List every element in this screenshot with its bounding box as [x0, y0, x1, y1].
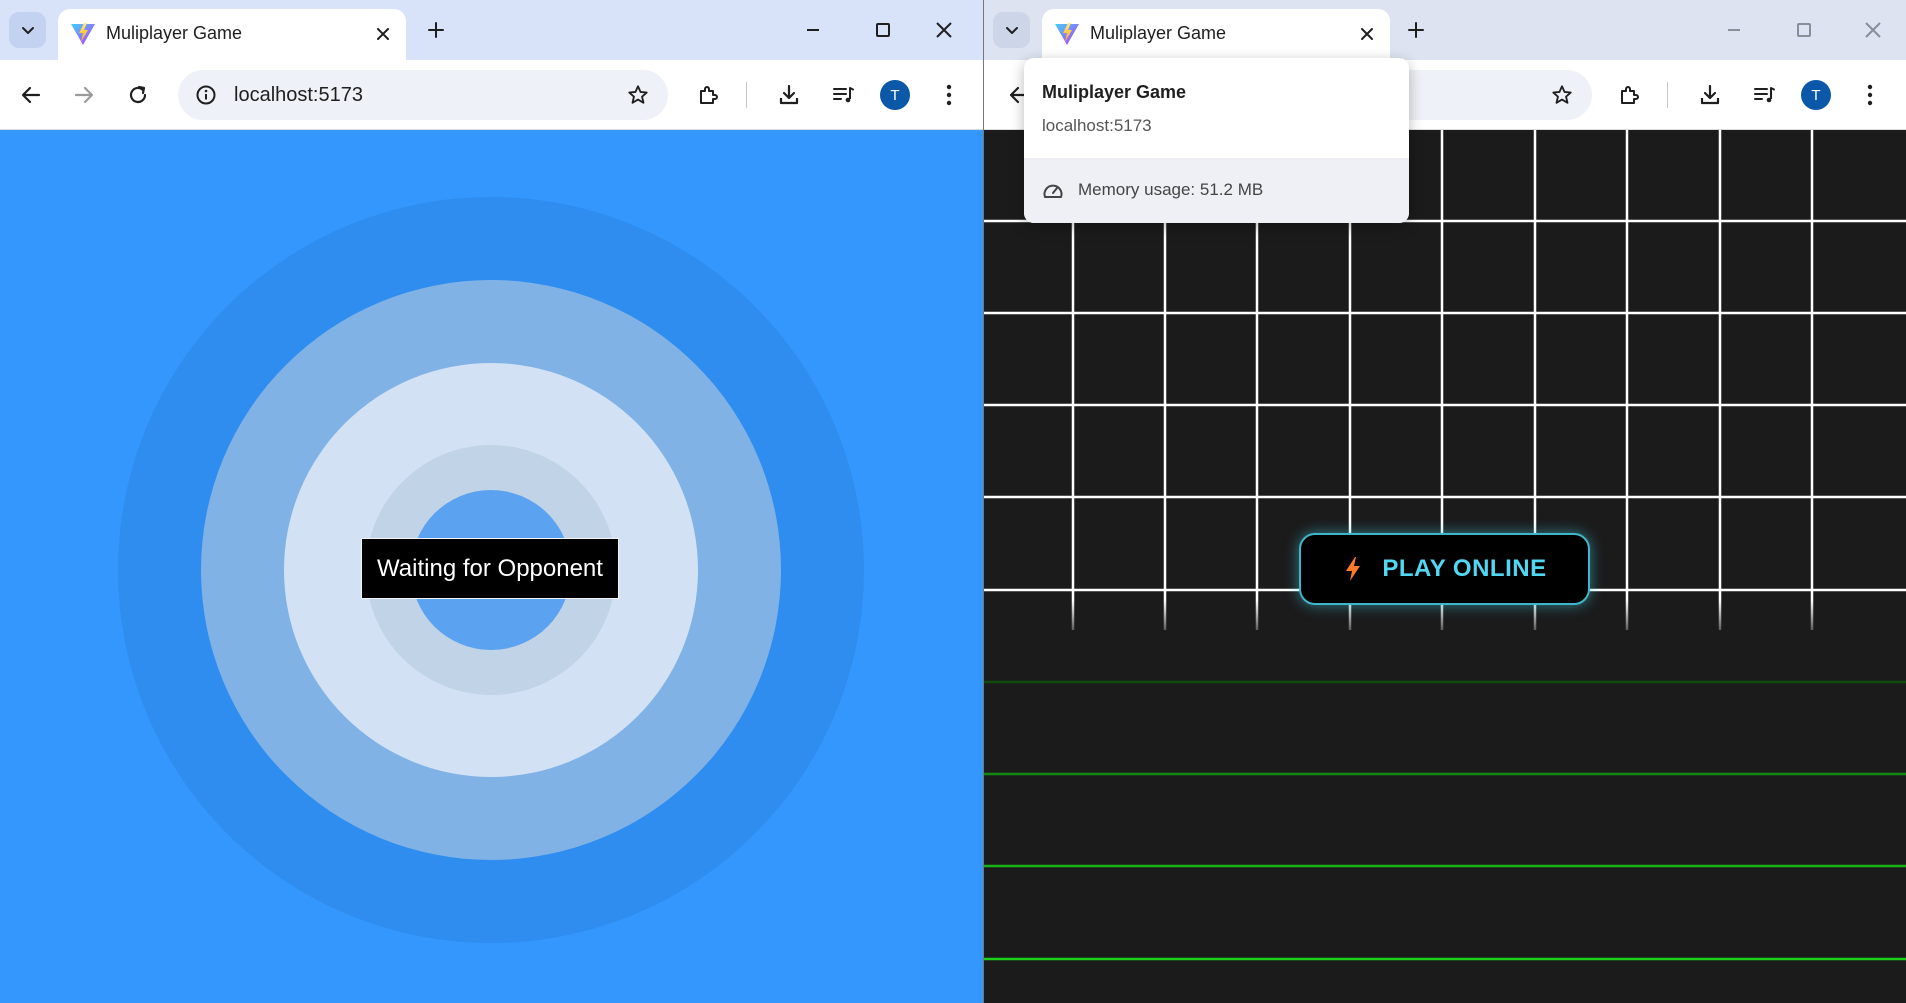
- vite-logo-icon: [71, 23, 95, 45]
- playlist-music-icon: [833, 87, 854, 103]
- chevron-down-icon: [1005, 27, 1018, 34]
- close-icon: [936, 22, 952, 38]
- minimize-icon: [807, 29, 819, 31]
- tab-close-button[interactable]: [1354, 21, 1380, 47]
- new-tab-button[interactable]: [420, 14, 452, 46]
- waiting-screen: Waiting for Opponent: [0, 130, 983, 1003]
- minimize-icon: [1728, 29, 1740, 31]
- more-vertical-icon: [1867, 84, 1873, 106]
- hover-card-url: localhost:5173: [1042, 116, 1152, 135]
- tab-strip: Muliplayer Game: [984, 0, 1906, 60]
- tab-hover-card: Muliplayer Game localhost:5173 Memory us…: [1024, 58, 1409, 223]
- tab-search-button[interactable]: [993, 12, 1030, 48]
- lightning-bolt-icon: [1342, 555, 1364, 583]
- toolbar-separator: [746, 82, 747, 108]
- play-online-label: PLAY ONLINE: [1382, 555, 1547, 582]
- media-controls-button[interactable]: [1745, 76, 1783, 114]
- puzzle-icon: [1621, 86, 1639, 104]
- game-lobby: PLAY ONLINE: [984, 130, 1906, 1003]
- media-controls-button[interactable]: [824, 76, 862, 114]
- tab-strip: Muliplayer Game: [0, 0, 983, 60]
- playlist-music-icon: [1754, 87, 1775, 103]
- right-browser-window: Muliplayer Game T PLAY ONLINE Muliplayer…: [984, 0, 1906, 1003]
- profile-avatar[interactable]: T: [880, 80, 910, 110]
- download-icon: [779, 84, 799, 105]
- grid-fade: [984, 600, 1906, 670]
- play-online-button[interactable]: PLAY ONLINE: [1299, 533, 1590, 605]
- downloads-button[interactable]: [770, 76, 808, 114]
- browser-toolbar: localhost:5173 T: [0, 60, 983, 130]
- close-icon: [1865, 22, 1881, 38]
- hover-card-footer: Memory usage: 51.2 MB: [1024, 158, 1409, 223]
- maximize-icon: [1797, 23, 1811, 37]
- more-vertical-icon: [946, 84, 952, 106]
- hover-card-memory: Memory usage: 51.2 MB: [1078, 180, 1264, 199]
- download-icon: [1700, 84, 1720, 105]
- profile-avatar[interactable]: T: [1801, 80, 1831, 110]
- chevron-down-icon: [21, 27, 34, 34]
- maximize-button[interactable]: [867, 14, 899, 46]
- close-icon: [377, 28, 389, 40]
- star-icon: [1552, 85, 1572, 104]
- extensions-button[interactable]: [1611, 76, 1649, 114]
- tab-title: Muliplayer Game: [1090, 23, 1227, 43]
- waiting-status-label: Waiting for Opponent: [361, 538, 619, 599]
- plus-icon: [1408, 22, 1424, 38]
- info-icon: [196, 85, 216, 105]
- menu-button[interactable]: [1851, 76, 1889, 114]
- plus-icon: [428, 22, 444, 38]
- reload-button[interactable]: [119, 76, 157, 114]
- grid-green-bottom: [984, 630, 1906, 1003]
- minimize-button[interactable]: [797, 14, 829, 46]
- tab-search-button[interactable]: [9, 12, 46, 48]
- toolbar-separator: [1667, 82, 1668, 108]
- tab-active[interactable]: Muliplayer Game: [1042, 9, 1390, 60]
- hover-card-title: Muliplayer Game: [1042, 82, 1187, 102]
- new-tab-button[interactable]: [1400, 14, 1432, 46]
- reload-icon: [129, 85, 147, 104]
- minimize-button[interactable]: [1718, 14, 1750, 46]
- downloads-button[interactable]: [1691, 76, 1729, 114]
- star-icon: [628, 85, 648, 104]
- puzzle-icon: [700, 86, 718, 104]
- forward-button[interactable]: [65, 76, 103, 114]
- bookmark-button[interactable]: [1544, 77, 1580, 113]
- tab-title: Muliplayer Game: [106, 23, 243, 43]
- maximize-icon: [876, 23, 890, 37]
- back-button[interactable]: [12, 76, 50, 114]
- close-icon: [1361, 28, 1373, 40]
- extensions-button[interactable]: [690, 76, 728, 114]
- tab-active[interactable]: Muliplayer Game: [58, 9, 406, 60]
- window-close-button[interactable]: [1857, 14, 1889, 46]
- menu-button[interactable]: [930, 76, 968, 114]
- vite-logo-icon: [1055, 23, 1079, 45]
- speedometer-icon: [1043, 184, 1063, 198]
- address-url: localhost:5173: [234, 84, 363, 106]
- tab-close-button[interactable]: [370, 21, 396, 47]
- window-close-button[interactable]: [928, 14, 960, 46]
- maximize-button[interactable]: [1788, 14, 1820, 46]
- site-info-button[interactable]: [188, 77, 224, 113]
- arrow-left-icon: [21, 86, 41, 104]
- address-bar[interactable]: localhost:5173: [178, 70, 668, 120]
- left-browser-window: Muliplayer Game localhost:5173 T Waiting…: [0, 0, 983, 1003]
- bookmark-button[interactable]: [620, 77, 656, 113]
- arrow-right-icon: [74, 86, 94, 104]
